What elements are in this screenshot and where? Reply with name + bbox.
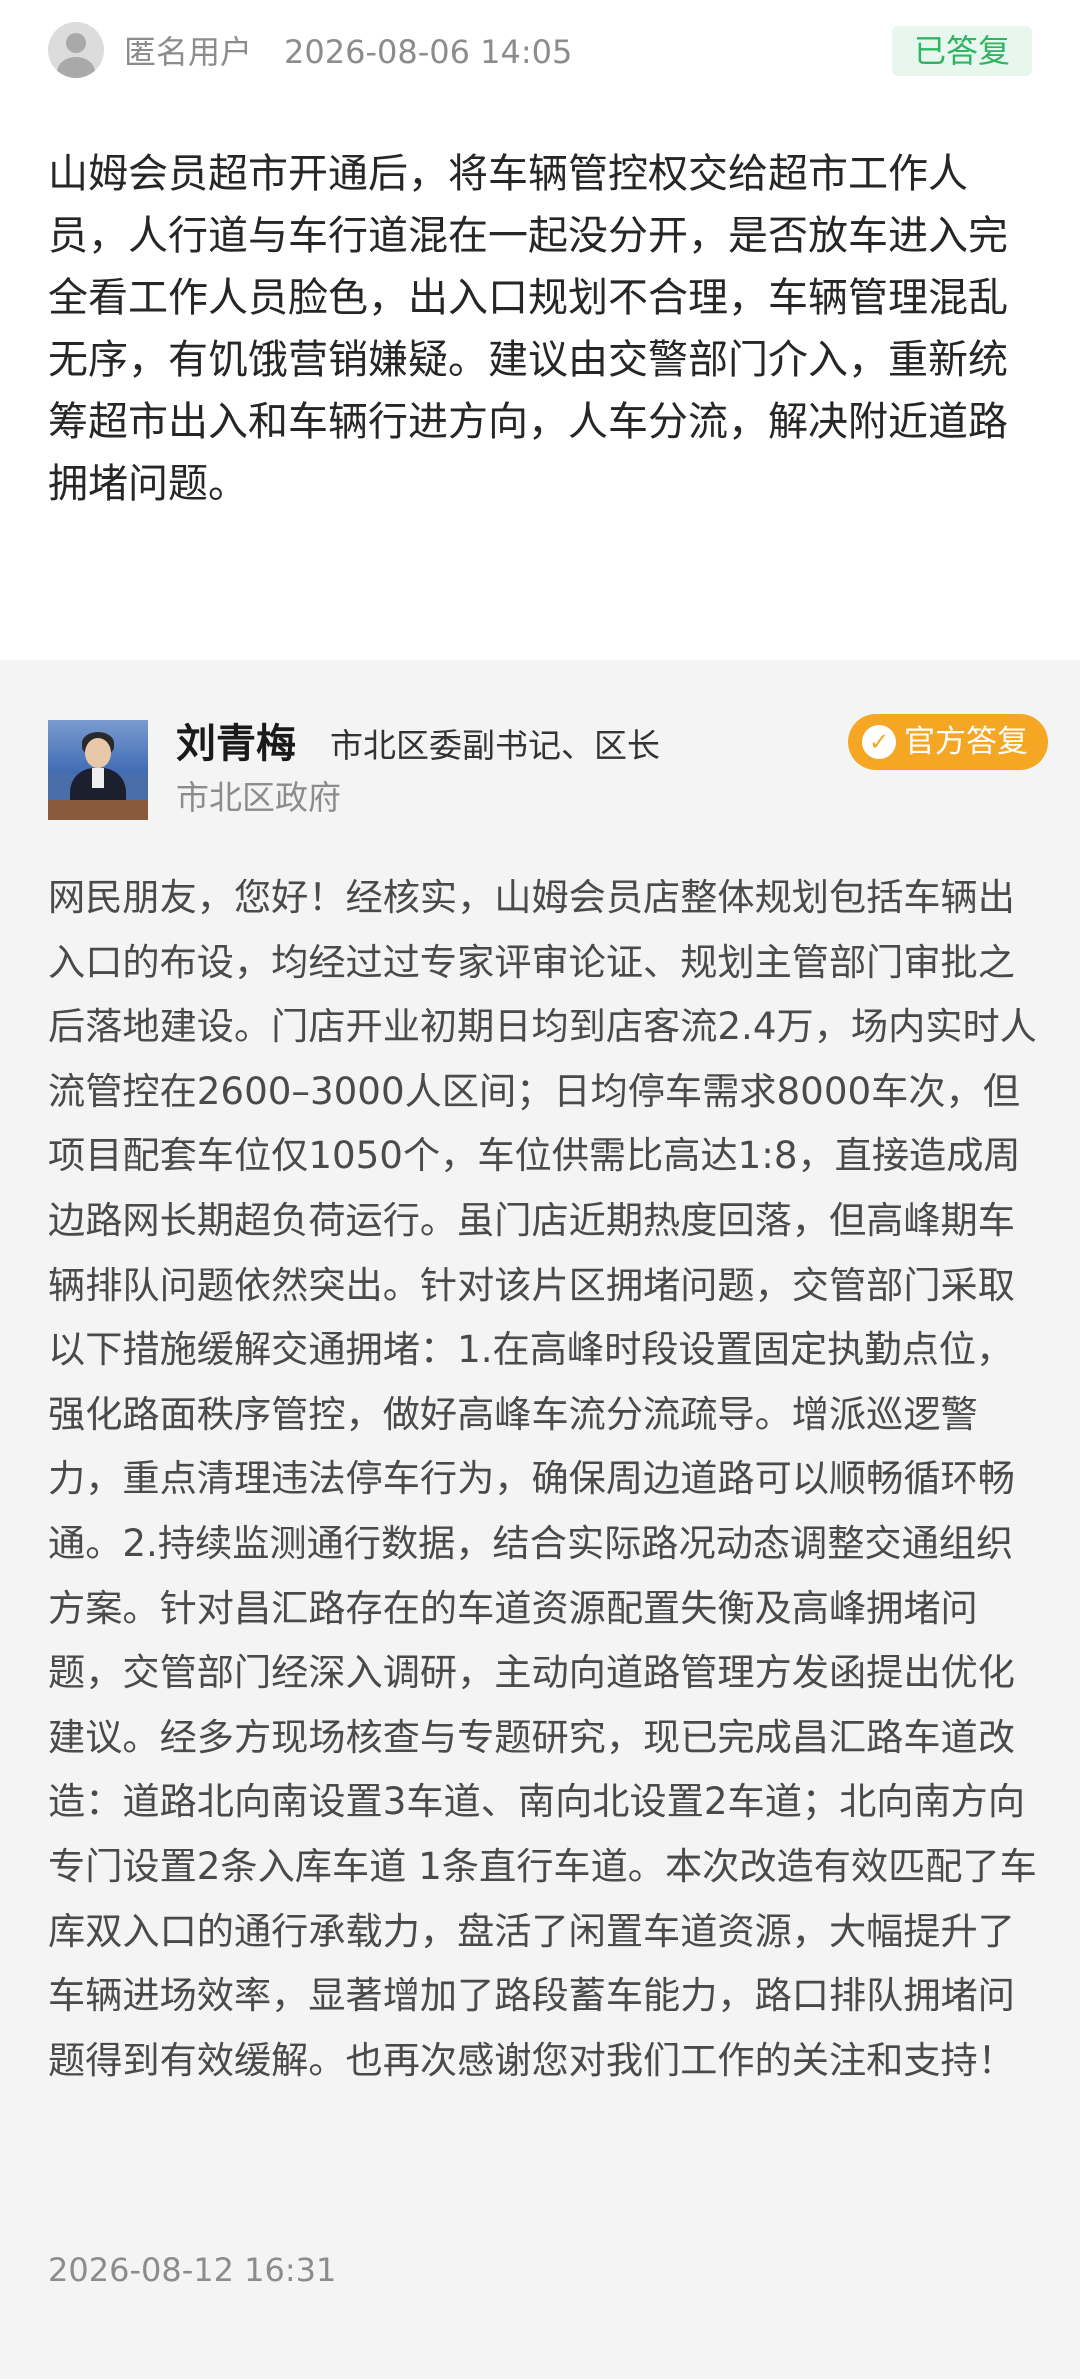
question-timestamp: 2026-08-06 14:05 [284,33,573,71]
official-organization: 市北区政府 [176,778,341,817]
status-badge: 已答复 [891,26,1032,76]
official-title: 市北区委副书记、区长 [330,726,660,765]
author-name: 匿名用户 [124,33,253,71]
answer-timestamp: 2026-08-12 16:31 [48,2251,337,2289]
answer-text: 网民朋友，您好！经核实，山姆会员店整体规划包括车辆出入口的布设，均经过过专家评审… [48,875,1037,2082]
check-circle-icon: ✓ [862,725,896,759]
question-text: 山姆会员超市开通后，将车辆管控权交给超市工作人员，人行道与车行道混在一起没分开，… [48,151,1008,507]
official-avatar[interactable] [48,720,148,820]
official-reply-badge: ✓ 官方答复 [848,714,1048,770]
official-name: 刘青梅 [176,721,296,767]
question-section: 匿名用户 2026-08-06 14:05 已答复 山姆会员超市开通后，将车辆管… [0,0,1080,660]
anonymous-avatar-icon [48,22,104,78]
official-reply-label: 官方答复 [904,724,1028,760]
answer-section: 刘青梅 市北区委副书记、区长 市北区政府 ✓ 官方答复 网民朋友，您好！经核实，… [0,660,1080,2379]
question-header: 匿名用户 2026-08-06 14:05 已答复 [48,22,1032,82]
